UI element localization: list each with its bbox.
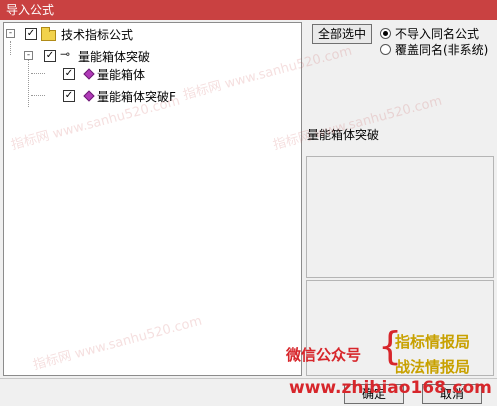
window-title: 导入公式 xyxy=(6,3,55,17)
radio-skip-duplicates[interactable] xyxy=(380,28,391,39)
root-expander-icon[interactable]: - xyxy=(6,29,15,38)
group-expander-icon[interactable]: - xyxy=(24,51,33,60)
formula-gem-icon xyxy=(83,90,95,102)
tree-guide-line xyxy=(31,73,45,74)
item-checkbox[interactable]: ✓ xyxy=(63,68,75,80)
ad-url: www.zhibiao168.com xyxy=(289,378,492,398)
title-bar[interactable]: 导入公式 xyxy=(0,0,497,20)
group-checkbox[interactable]: ✓ xyxy=(44,50,56,62)
wechat-ad-label: 微信公众号 xyxy=(286,346,362,364)
tree-group-label[interactable]: 量能箱体突破 xyxy=(78,48,150,65)
import-formula-window: 导入公式 - ✓ 技术指标公式 - ✓ ⊸ 量能箱体突破 ✓ 量能箱体 ✓ 量能… xyxy=(0,0,497,406)
description-box[interactable] xyxy=(306,156,494,278)
brand-text-1: 指标情报局 xyxy=(395,333,471,351)
item-checkbox[interactable]: ✓ xyxy=(63,90,75,102)
formula-gem-icon xyxy=(83,68,95,80)
radio-overwrite-label[interactable]: 覆盖同名(非系统) xyxy=(395,41,488,58)
tree-item-label[interactable]: 量能箱体 xyxy=(97,66,145,83)
root-checkbox[interactable]: ✓ xyxy=(25,28,37,40)
radio-skip-label[interactable]: 不导入同名公式 xyxy=(395,25,479,42)
tree-guide-line xyxy=(10,41,11,55)
brand-text-2: 战法情报局 xyxy=(395,358,471,376)
folder-icon xyxy=(41,27,56,41)
key-icon: ⊸ xyxy=(60,47,71,61)
radio-overwrite-duplicates[interactable] xyxy=(380,44,391,55)
tree-root-label[interactable]: 技术指标公式 xyxy=(61,26,133,43)
tree-guide-line xyxy=(28,57,29,107)
tree-guide-line xyxy=(31,95,45,96)
